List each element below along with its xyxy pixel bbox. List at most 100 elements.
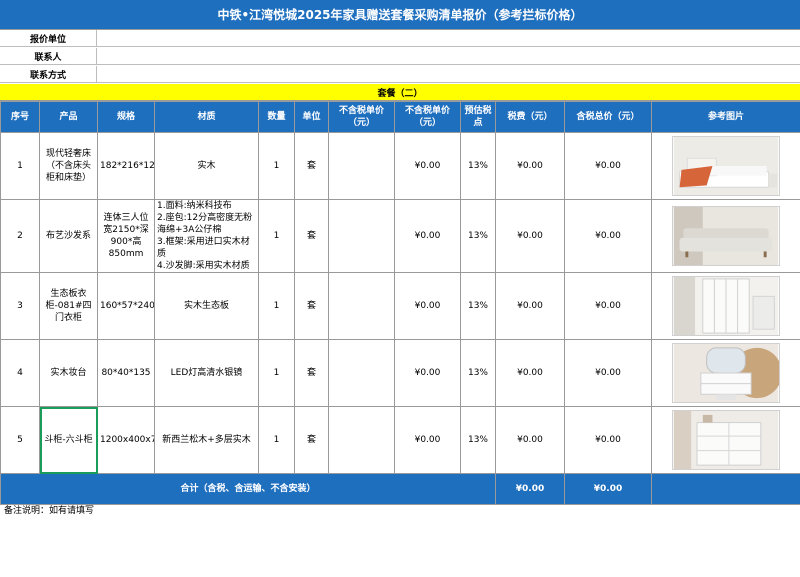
cell-price-ex[interactable]: [328, 272, 395, 340]
cell-spec[interactable]: 182*216*125cm: [97, 132, 155, 200]
cell-tax-rate[interactable]: 13%: [460, 339, 496, 407]
header-seq: 序号: [0, 101, 40, 133]
table-row: 2 布艺沙发系 连体三人位宽2150*深900*高850mm 1.面料:纳米科技…: [0, 199, 800, 273]
cell-tax[interactable]: ¥0.00: [495, 199, 565, 273]
info-row-contact: 联系人: [0, 48, 800, 65]
info-row-company: 报价单位: [0, 30, 800, 47]
cell-price-ex[interactable]: [328, 132, 395, 200]
cell-price-ex[interactable]: [328, 199, 395, 273]
cell-tax-rate[interactable]: 13%: [460, 132, 496, 200]
cell-total-inc[interactable]: ¥0.00: [564, 406, 652, 474]
info-label-contact: 联系人: [0, 48, 97, 64]
cell-tax[interactable]: ¥0.00: [495, 272, 565, 340]
info-value-contact[interactable]: [98, 48, 800, 64]
header-tax-rate: 预估税点: [460, 101, 496, 133]
total-tax[interactable]: ¥0.00: [495, 473, 565, 505]
cell-unit[interactable]: 套: [294, 272, 329, 340]
total-amount[interactable]: ¥0.00: [564, 473, 652, 505]
cell-total-ex[interactable]: ¥0.00: [394, 339, 461, 407]
cell-image[interactable]: [651, 339, 800, 407]
cell-total-ex[interactable]: ¥0.00: [394, 272, 461, 340]
cell-image[interactable]: [651, 272, 800, 340]
table-header-row: 序号 产品 规格 材质 数量 单位 不含税单价（元） 不含税单价（元） 预估税点…: [0, 101, 800, 133]
cell-total-ex[interactable]: ¥0.00: [394, 199, 461, 273]
cell-seq[interactable]: 3: [0, 272, 40, 340]
cell-tax[interactable]: ¥0.00: [495, 406, 565, 474]
info-label-phone: 联系方式: [0, 66, 97, 82]
header-unit: 单位: [294, 101, 329, 133]
cell-spec[interactable]: 连体三人位宽2150*深900*高850mm: [97, 199, 155, 273]
bed-photo-icon: [672, 136, 780, 196]
cell-product[interactable]: 布艺沙发系: [39, 199, 98, 273]
cell-seq[interactable]: 2: [0, 199, 40, 273]
cell-tax-rate[interactable]: 13%: [460, 199, 496, 273]
cell-tax[interactable]: ¥0.00: [495, 132, 565, 200]
cell-image[interactable]: [651, 406, 800, 474]
cell-seq[interactable]: 5: [0, 406, 40, 474]
cell-material[interactable]: 实木: [154, 132, 259, 200]
total-label[interactable]: 合计（含税、含运输、不含安装）: [0, 473, 496, 505]
cell-total-inc[interactable]: ¥0.00: [564, 272, 652, 340]
cell-spec[interactable]: 1200x400x735mm: [97, 406, 155, 474]
cell-image[interactable]: [651, 132, 800, 200]
cell-material[interactable]: 1.面料:纳米科技布 2.座包:12分高密度无粉海绵+3A公仔棉 3.框架:采用…: [154, 199, 259, 273]
cell-image[interactable]: [651, 199, 800, 273]
header-total-inc: 含税总价（元）: [564, 101, 652, 133]
cell-unit[interactable]: 套: [294, 132, 329, 200]
quote-table: 序号 产品 规格 材质 数量 单位 不含税单价（元） 不含税单价（元） 预估税点…: [0, 101, 800, 505]
header-qty: 数量: [258, 101, 295, 133]
header-material: 材质: [154, 101, 259, 133]
cell-material[interactable]: 新西兰松木+多层实木: [154, 406, 259, 474]
cell-tax-rate[interactable]: 13%: [460, 272, 496, 340]
cell-price-ex[interactable]: [328, 406, 395, 474]
info-row-phone: 联系方式: [0, 66, 800, 83]
dresser-photo-icon: [672, 343, 780, 403]
cell-qty[interactable]: 1: [258, 199, 295, 273]
cell-material[interactable]: 实木生态板: [154, 272, 259, 340]
header-spec: 规格: [97, 101, 155, 133]
cell-unit[interactable]: 套: [294, 406, 329, 474]
cell-product[interactable]: 斗柜-六斗柜: [39, 406, 98, 474]
cell-spec[interactable]: 80*40*135: [97, 339, 155, 407]
cell-material[interactable]: LED灯高清水银镜: [154, 339, 259, 407]
cell-product[interactable]: 现代轻奢床（不含床头柜和床垫）: [39, 132, 98, 200]
header-product: 产品: [39, 101, 98, 133]
table-row: 5 斗柜-六斗柜 1200x400x735mm 新西兰松木+多层实木 1 套 ¥…: [0, 406, 800, 474]
cell-price-ex[interactable]: [328, 339, 395, 407]
drawer-chest-photo-icon: [672, 410, 780, 470]
total-image-cell[interactable]: [651, 473, 800, 505]
sheet-title: 中铁•江湾悦城2025年家具赠送套餐采购清单报价（参考拦标价格）: [0, 0, 800, 30]
header-total-ex: 不含税单价（元）: [394, 101, 461, 133]
info-value-phone[interactable]: [98, 66, 800, 82]
cell-qty[interactable]: 1: [258, 339, 295, 407]
cell-qty[interactable]: 1: [258, 272, 295, 340]
cell-total-ex[interactable]: ¥0.00: [394, 132, 461, 200]
cell-tax[interactable]: ¥0.00: [495, 339, 565, 407]
info-value-company[interactable]: [98, 30, 800, 46]
cell-product[interactable]: 生态板衣柜-081#四门衣柜: [39, 272, 98, 340]
info-label-company: 报价单位: [0, 30, 97, 46]
header-tax: 税费（元）: [495, 101, 565, 133]
sofa-photo-icon: [672, 206, 780, 266]
cell-qty[interactable]: 1: [258, 132, 295, 200]
header-image: 参考图片: [651, 101, 800, 133]
cell-total-inc[interactable]: ¥0.00: [564, 132, 652, 200]
cell-product[interactable]: 实木妆台: [39, 339, 98, 407]
table-row: 3 生态板衣柜-081#四门衣柜 160*57*240 实木生态板 1 套 ¥0…: [0, 272, 800, 340]
cell-seq[interactable]: 1: [0, 132, 40, 200]
cell-qty[interactable]: 1: [258, 406, 295, 474]
cell-unit[interactable]: 套: [294, 339, 329, 407]
cell-tax-rate[interactable]: 13%: [460, 406, 496, 474]
table-row: 1 现代轻奢床（不含床头柜和床垫） 182*216*125cm 实木 1 套 ¥…: [0, 132, 800, 200]
cell-total-inc[interactable]: ¥0.00: [564, 339, 652, 407]
cell-total-inc[interactable]: ¥0.00: [564, 199, 652, 273]
wardrobe-photo-icon: [672, 276, 780, 336]
cell-total-ex[interactable]: ¥0.00: [394, 406, 461, 474]
table-row: 4 实木妆台 80*40*135 LED灯高清水银镜 1 套 ¥0.00 13%…: [0, 339, 800, 407]
total-row: 合计（含税、含运输、不含安装） ¥0.00 ¥0.00: [0, 473, 800, 505]
cell-unit[interactable]: 套: [294, 199, 329, 273]
cell-spec[interactable]: 160*57*240: [97, 272, 155, 340]
cell-seq[interactable]: 4: [0, 339, 40, 407]
header-price-ex: 不含税单价（元）: [328, 101, 395, 133]
set-label: 套餐（二）: [0, 84, 800, 101]
